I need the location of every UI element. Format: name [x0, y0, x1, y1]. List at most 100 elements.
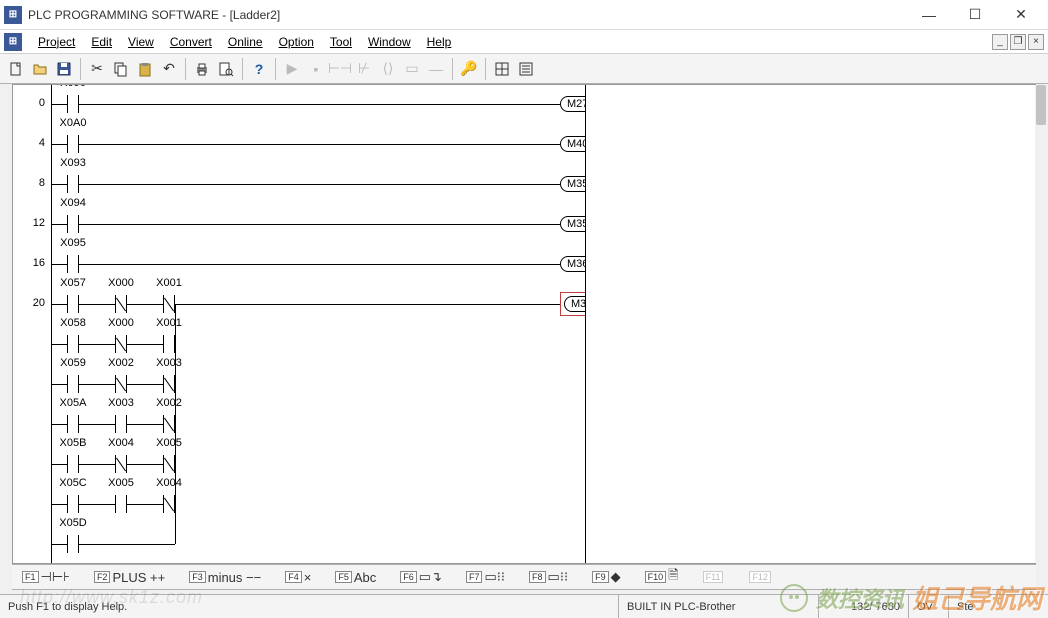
fnkey-symbol: Abc	[354, 570, 376, 585]
menu-option[interactable]: Option	[271, 30, 322, 54]
contact-label: X005	[156, 437, 182, 449]
wire	[79, 144, 560, 145]
contact-X05A[interactable]: X05A	[61, 411, 85, 431]
line-button[interactable]: —	[424, 57, 448, 81]
open-button[interactable]	[28, 57, 52, 81]
contact-X003[interactable]: X003	[109, 411, 133, 431]
stop-button[interactable]: ▪	[304, 57, 328, 81]
list-button[interactable]	[514, 57, 538, 81]
step-number: 12	[29, 217, 45, 229]
coil-label: M358	[560, 176, 585, 192]
wire	[79, 424, 115, 425]
menu-help[interactable]: Help	[419, 30, 460, 54]
fnkey-f2[interactable]: F2PLUS ++	[88, 566, 171, 588]
fnkey-f9[interactable]: F9◆	[586, 566, 627, 588]
menu-tool[interactable]: Tool	[322, 30, 360, 54]
copy-button[interactable]	[109, 57, 133, 81]
contact-X096[interactable]: X096	[61, 91, 85, 111]
wire	[79, 384, 115, 385]
contact-label: X05D	[59, 517, 87, 529]
contact-nc-button[interactable]: ⊬	[352, 57, 376, 81]
fnkey-symbol: ▭⁝⁝	[484, 569, 505, 585]
box-button[interactable]: ▭	[400, 57, 424, 81]
vertical-scrollbar[interactable]	[1035, 85, 1047, 563]
contact-X05D[interactable]: X05D	[61, 531, 85, 551]
contact-X004[interactable]: X004	[109, 451, 133, 471]
close-button[interactable]: ✕	[998, 0, 1044, 30]
minimize-button[interactable]: —	[906, 0, 952, 30]
preview-button[interactable]	[214, 57, 238, 81]
coil-M359[interactable]: M359	[560, 214, 585, 234]
scrollbar-thumb[interactable]	[1036, 85, 1046, 125]
run-button[interactable]: ▶	[280, 57, 304, 81]
menu-edit[interactable]: Edit	[83, 30, 120, 54]
right-pane	[585, 85, 1035, 563]
grid-button[interactable]	[490, 57, 514, 81]
contact-X002[interactable]: X002	[109, 371, 133, 391]
wire-vertical	[175, 304, 176, 544]
menu-app-icon[interactable]: ⊞	[4, 33, 22, 51]
menu-online[interactable]: Online	[220, 30, 271, 54]
fnkey-label: F7	[466, 571, 483, 583]
fnkey-f10[interactable]: F10🗎	[639, 566, 685, 588]
coil-label: M400	[560, 136, 585, 152]
toolbar: ✂ ↶ ? ▶ ▪ ⊢⊣ ⊬ ⟨⟩ ▭ — 🔑	[0, 54, 1048, 84]
contact-X002[interactable]: X002	[157, 411, 181, 431]
cut-button[interactable]: ✂	[85, 57, 109, 81]
fnkey-f4[interactable]: F4×	[279, 566, 317, 588]
function-key-bar: F1⊣⊢⊦ F2PLUS ++ F3minus −− F4× F5Abc F6▭↴ F7▭⁝…	[12, 564, 1036, 590]
coil-M400[interactable]: M400	[560, 134, 585, 154]
coil-M360[interactable]: M360	[560, 254, 585, 274]
menu-project[interactable]: Project	[30, 30, 83, 54]
ladder-area[interactable]: 0X096M2774X0A0M4008X093M35812X094M35916X…	[13, 85, 585, 563]
contact-X000[interactable]: X000	[109, 331, 133, 351]
fnkey-f8[interactable]: F8▭⁝⁝	[523, 566, 574, 588]
menu-window[interactable]: Window	[360, 30, 419, 54]
new-button[interactable]	[4, 57, 28, 81]
save-button[interactable]	[52, 57, 76, 81]
contact-X003[interactable]: X003	[157, 371, 181, 391]
contact-X05C[interactable]: X05C	[61, 491, 85, 511]
contact-X058[interactable]: X058	[61, 331, 85, 351]
fnkey-f5[interactable]: F5Abc	[329, 566, 382, 588]
contact-no-button[interactable]: ⊢⊣	[328, 57, 352, 81]
fnkey-f6[interactable]: F6▭↴	[394, 566, 448, 588]
coil-button[interactable]: ⟨⟩	[376, 57, 400, 81]
help-button[interactable]: ?	[247, 57, 271, 81]
print-button[interactable]	[190, 57, 214, 81]
coil-M352[interactable]: M352	[560, 294, 585, 314]
contact-X001[interactable]: X001	[157, 331, 181, 351]
wire	[127, 464, 163, 465]
contact-X005[interactable]: X005	[157, 451, 181, 471]
contact-X057[interactable]: X057	[61, 291, 85, 311]
wire	[51, 424, 67, 425]
maximize-button[interactable]: ☐	[952, 0, 998, 30]
contact-X059[interactable]: X059	[61, 371, 85, 391]
coil-M358[interactable]: M358	[560, 174, 585, 194]
fnkey-f7[interactable]: F7▭⁝⁝	[460, 566, 511, 588]
fnkey-f1[interactable]: F1⊣⊢⊦	[16, 566, 76, 588]
contact-label: X002	[156, 397, 182, 409]
contact-X001[interactable]: X001	[157, 291, 181, 311]
menu-view[interactable]: View	[120, 30, 162, 54]
fnkey-label: F3	[189, 571, 206, 583]
contact-X0A0[interactable]: X0A0	[61, 131, 85, 151]
undo-button[interactable]: ↶	[157, 57, 181, 81]
contact-X005[interactable]: X005	[109, 491, 133, 511]
contact-X095[interactable]: X095	[61, 251, 85, 271]
key-button[interactable]: 🔑	[457, 57, 481, 81]
mdi-restore-button[interactable]: ❐	[1010, 34, 1026, 50]
mdi-close-button[interactable]: ×	[1028, 34, 1044, 50]
paste-button[interactable]	[133, 57, 157, 81]
fnkey-f3[interactable]: F3minus −−	[183, 566, 267, 588]
contact-X000[interactable]: X000	[109, 291, 133, 311]
menu-convert[interactable]: Convert	[162, 30, 220, 54]
rung-20: 20X057X000X001M352X058X000X001X059X002X0…	[13, 291, 585, 563]
fnkey-label: F4	[285, 571, 302, 583]
contact-X05B[interactable]: X05B	[61, 451, 85, 471]
contact-X004[interactable]: X004	[157, 491, 181, 511]
contact-X094[interactable]: X094	[61, 211, 85, 231]
coil-M277[interactable]: M277	[560, 94, 585, 114]
contact-X093[interactable]: X093	[61, 171, 85, 191]
mdi-minimize-button[interactable]: _	[992, 34, 1008, 50]
